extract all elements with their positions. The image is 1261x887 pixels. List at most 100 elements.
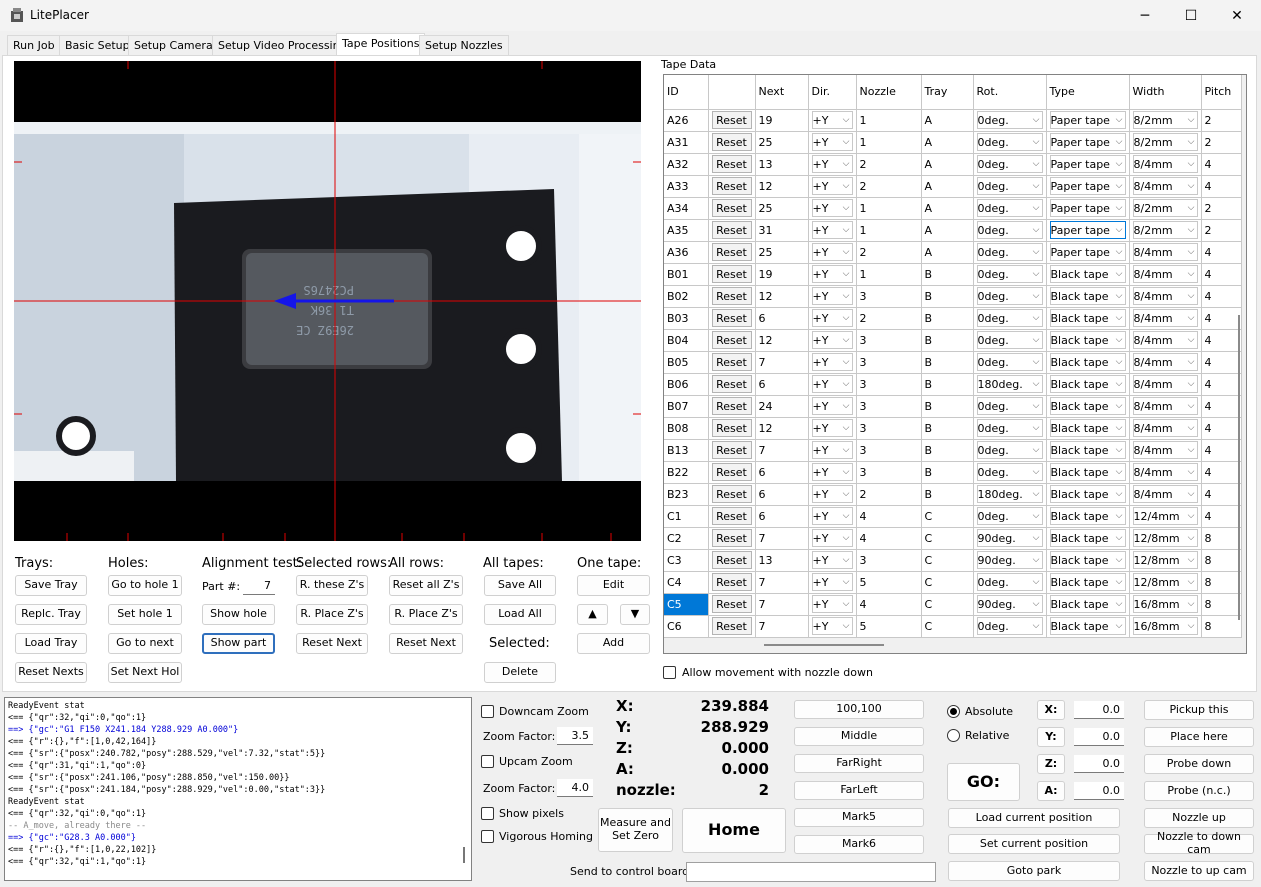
row-reset-button[interactable]: Reset (711, 265, 752, 283)
rotation-combo[interactable]: 0deg. ⌵ (976, 243, 1043, 261)
next-cell[interactable]: 13 (755, 549, 809, 572)
chevron-down-icon[interactable]: ⌵ (1188, 577, 1197, 587)
chevron-down-icon[interactable]: ⌵ (1116, 225, 1125, 235)
nozzle-cell[interactable]: 3 (856, 285, 922, 308)
type-combo[interactable]: Black tape ⌵ (1049, 287, 1126, 305)
rotation-combo-cell[interactable]: 0deg. ⌵ (973, 307, 1047, 330)
width-combo-cell[interactable]: 8/2mm ⌵ (1129, 109, 1202, 132)
nozzle-to-down-cam-button[interactable]: Nozzle to down cam (1144, 831, 1254, 856)
next-cell[interactable]: 6 (755, 461, 809, 484)
nozzle-cell[interactable]: 2 (856, 241, 922, 264)
rotation-combo[interactable]: 0deg. ⌵ (976, 309, 1043, 327)
type-combo-cell[interactable]: Black tape ⌵ (1046, 307, 1130, 330)
type-combo-cell[interactable]: Paper tape ⌵ (1046, 131, 1130, 154)
place-here-button[interactable]: Place here (1144, 727, 1254, 747)
rotation-combo-cell[interactable]: 0deg. ⌵ (973, 241, 1047, 264)
type-combo[interactable]: Paper tape ⌵ (1049, 133, 1126, 151)
replace-tray-button[interactable]: Replc. Tray (15, 604, 87, 625)
column-header[interactable]: Nozzle (856, 75, 922, 110)
table-row[interactable]: B04 Reset 12 +Y ⌵ 3 B 0deg. ⌵ Black tape ⌵ 8/4mm ⌵ 4 (664, 329, 1242, 352)
tape-id-cell[interactable]: A35 (664, 219, 709, 242)
type-combo[interactable]: Black tape ⌵ (1049, 485, 1126, 503)
tab-setup-video-processing[interactable]: Setup Video Processing (212, 35, 353, 55)
pitch-cell[interactable]: 4 (1201, 439, 1242, 462)
table-row[interactable]: C4 Reset 7 +Y ⌵ 5 C 0deg. ⌵ Black tape ⌵ 12/8mm ⌵ 8 (664, 571, 1242, 594)
reset-place-z-all-button[interactable]: R. Place Z's (389, 604, 463, 625)
pitch-cell[interactable]: 4 (1201, 241, 1242, 264)
chevron-down-icon[interactable]: ⌵ (1188, 269, 1197, 279)
dir-combo[interactable]: +Y ⌵ (811, 309, 853, 327)
measure-set-zero-button[interactable]: Measure and Set Zero (598, 808, 673, 852)
tape-id-cell[interactable]: A32 (664, 153, 709, 176)
dir-combo-cell[interactable]: +Y ⌵ (808, 131, 857, 154)
goto-mark6-button[interactable]: Mark6 (794, 835, 924, 854)
chevron-down-icon[interactable]: ⌵ (843, 467, 852, 477)
tape-id-cell[interactable]: A31 (664, 131, 709, 154)
tray-cell[interactable]: B (921, 329, 974, 352)
table-row[interactable]: B13 Reset 7 +Y ⌵ 3 B 0deg. ⌵ Black tape ⌵ 8/4mm ⌵ 4 (664, 439, 1242, 462)
row-reset-button[interactable]: Reset (711, 375, 752, 393)
width-combo[interactable]: 12/8mm ⌵ (1132, 551, 1198, 569)
tray-cell[interactable]: B (921, 263, 974, 286)
table-row[interactable]: C1 Reset 6 +Y ⌵ 4 C 0deg. ⌵ Black tape ⌵ 12/4mm ⌵ 4 (664, 505, 1242, 528)
next-cell[interactable]: 24 (755, 395, 809, 418)
width-combo-cell[interactable]: 8/4mm ⌵ (1129, 175, 1202, 198)
vigorous-homing-checkbox[interactable] (481, 830, 494, 843)
type-combo[interactable]: Black tape ⌵ (1049, 309, 1126, 327)
type-combo-cell[interactable]: Black tape ⌵ (1046, 461, 1130, 484)
type-combo-cell[interactable]: Black tape ⌵ (1046, 439, 1130, 462)
next-cell[interactable]: 31 (755, 219, 809, 242)
rotation-combo[interactable]: 0deg. ⌵ (976, 463, 1043, 481)
tape-id-cell[interactable]: A26 (664, 109, 709, 132)
allow-movement-checkbox[interactable] (663, 666, 676, 679)
row-reset-button[interactable]: Reset (711, 595, 752, 613)
type-combo[interactable]: Black tape ⌵ (1049, 353, 1126, 371)
chevron-down-icon[interactable]: ⌵ (1116, 577, 1125, 587)
chevron-down-icon[interactable]: ⌵ (1033, 401, 1042, 411)
width-combo-cell[interactable]: 8/4mm ⌵ (1129, 329, 1202, 352)
next-cell[interactable]: 6 (755, 483, 809, 506)
rotation-combo[interactable]: 0deg. ⌵ (976, 353, 1043, 371)
save-all-button[interactable]: Save All (484, 575, 556, 596)
pitch-cell[interactable]: 4 (1201, 351, 1242, 374)
maximize-button[interactable]: ☐ (1168, 0, 1214, 31)
rotation-combo[interactable]: 0deg. ⌵ (976, 287, 1043, 305)
serial-log[interactable]: ReadyEvent stat <== {"qr":32,"qi":0,"qo":… (4, 697, 472, 881)
table-row[interactable]: C2 Reset 7 +Y ⌵ 4 C 90deg. ⌵ Black tape ⌵ 12/8mm ⌵ 8 (664, 527, 1242, 550)
chevron-down-icon[interactable]: ⌵ (843, 423, 852, 433)
next-cell[interactable]: 25 (755, 241, 809, 264)
dir-combo-cell[interactable]: +Y ⌵ (808, 461, 857, 484)
pitch-cell[interactable]: 4 (1201, 417, 1242, 440)
tab-basic-setup[interactable]: Basic Setup (59, 35, 136, 55)
chevron-down-icon[interactable]: ⌵ (1033, 335, 1042, 345)
type-combo-cell[interactable]: Black tape ⌵ (1046, 527, 1130, 550)
width-combo[interactable]: 8/4mm ⌵ (1132, 463, 1198, 481)
dir-combo[interactable]: +Y ⌵ (811, 331, 853, 349)
next-cell[interactable]: 7 (755, 615, 809, 638)
goto-mark5-button[interactable]: Mark5 (794, 808, 924, 827)
tray-cell[interactable]: C (921, 571, 974, 594)
width-combo-cell[interactable]: 8/2mm ⌵ (1129, 131, 1202, 154)
move-up-button[interactable]: ▲ (577, 604, 608, 625)
dir-combo[interactable]: +Y ⌵ (811, 419, 853, 437)
dir-combo-cell[interactable]: +Y ⌵ (808, 329, 857, 352)
width-combo[interactable]: 8/4mm ⌵ (1132, 309, 1198, 327)
chevron-down-icon[interactable]: ⌵ (1116, 115, 1125, 125)
go-to-next-button[interactable]: Go to next (108, 633, 182, 654)
dir-combo-cell[interactable]: +Y ⌵ (808, 373, 857, 396)
type-combo-cell[interactable]: Black tape ⌵ (1046, 373, 1130, 396)
probe-down-button[interactable]: Probe down (1144, 754, 1254, 774)
tab-setup-cameras[interactable]: Setup Cameras (128, 35, 225, 55)
tape-id-cell[interactable]: B13 (664, 439, 709, 462)
rotation-combo-cell[interactable]: 0deg. ⌵ (973, 395, 1047, 418)
pitch-cell[interactable]: 4 (1201, 153, 1242, 176)
dir-combo-cell[interactable]: +Y ⌵ (808, 263, 857, 286)
tape-id-cell[interactable]: C6 (664, 615, 709, 638)
set-next-hole-button[interactable]: Set Next Hol (108, 662, 182, 683)
width-combo-cell[interactable]: 8/2mm ⌵ (1129, 219, 1202, 242)
chevron-down-icon[interactable]: ⌵ (1116, 555, 1125, 565)
next-cell[interactable]: 7 (755, 593, 809, 616)
column-header[interactable]: Rot. (973, 75, 1047, 110)
type-combo[interactable]: Black tape ⌵ (1049, 617, 1126, 635)
goto-100-100-button[interactable]: 100,100 (794, 700, 924, 719)
